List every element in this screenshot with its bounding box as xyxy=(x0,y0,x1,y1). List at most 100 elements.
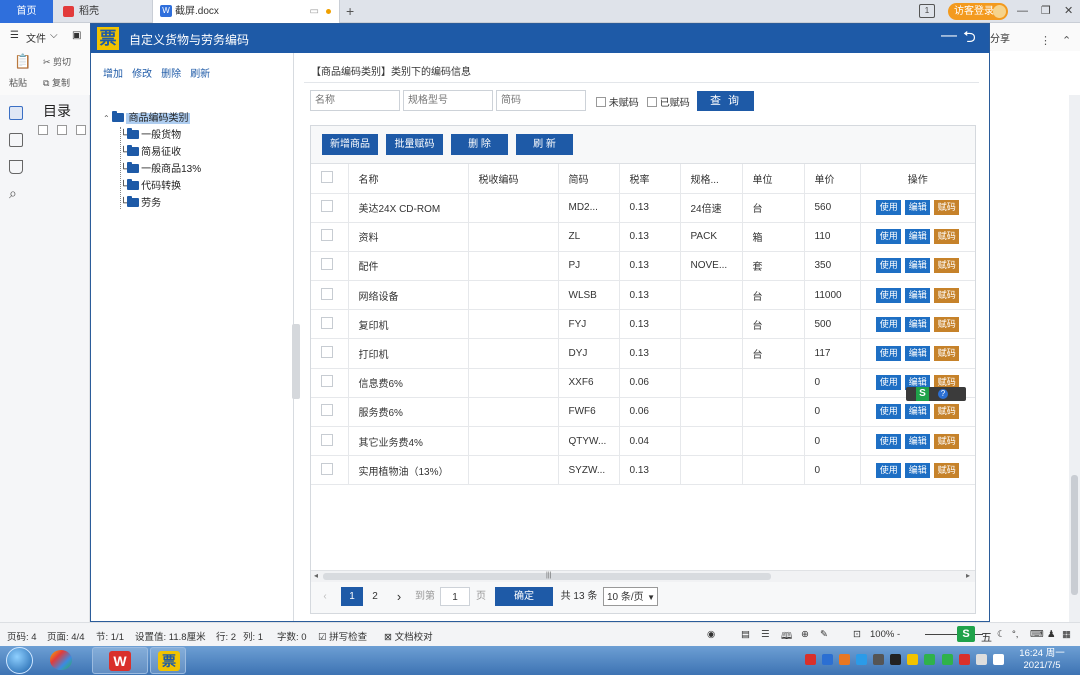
proofread-button[interactable]: ⊠ 文档校对 xyxy=(384,629,433,643)
assign-code-button[interactable]: 赋码 xyxy=(934,404,960,420)
page-view-icon[interactable]: ▤ xyxy=(741,629,750,640)
query-button[interactable]: 查 询 xyxy=(697,91,754,111)
tray-pen-icon[interactable] xyxy=(890,654,902,665)
document-scrollbar[interactable] xyxy=(1069,95,1080,622)
table-row[interactable]: 打印机 DYJ 0.13 台 117 使用 编辑 赋码 xyxy=(311,338,975,369)
tray-flag-icon[interactable] xyxy=(958,654,970,665)
tree-refresh-link[interactable]: 刷新 xyxy=(190,69,210,80)
col-header-name[interactable]: 名称 xyxy=(348,164,469,194)
tree-edit-link[interactable]: 修改 xyxy=(132,69,152,80)
minimize-icon[interactable]: — xyxy=(1017,0,1028,23)
taskbar-clock[interactable]: 16:24 周一 2021/7/5 xyxy=(1012,648,1072,672)
paste-label[interactable]: 粘贴 xyxy=(9,76,27,89)
ime-mode[interactable]: 五 xyxy=(981,629,992,645)
row-checkbox[interactable] xyxy=(321,258,333,271)
scrollbar-thumb[interactable] xyxy=(1071,475,1078,595)
cut-button[interactable]: ✂ 剪切 xyxy=(43,55,71,68)
new-tab-button[interactable]: + xyxy=(346,0,360,23)
use-button[interactable]: 使用 xyxy=(876,200,902,216)
close-icon[interactable]: ✕ xyxy=(1064,0,1073,23)
use-button[interactable]: 使用 xyxy=(876,346,902,362)
collapse-ribbon-icon[interactable]: ⌃ xyxy=(1062,30,1071,53)
dialog-back-icon[interactable]: ⮌ xyxy=(963,26,976,53)
page-1-button[interactable]: 1 xyxy=(341,587,363,606)
spell-check-button[interactable]: ☑ 拼写检查 xyxy=(318,629,367,643)
use-button[interactable]: 使用 xyxy=(876,229,902,245)
panel-splitter[interactable] xyxy=(292,324,300,399)
save-icon[interactable]: ▣ xyxy=(72,30,81,41)
use-button[interactable]: 使用 xyxy=(876,462,902,478)
zoom-level[interactable]: 100% - xyxy=(870,629,900,640)
use-button[interactable]: 使用 xyxy=(876,258,902,274)
tray-browser-icon[interactable] xyxy=(822,654,834,665)
table-row[interactable]: 信息费6% XXF6 0.06 0 使用 编辑 赋码 xyxy=(311,368,975,398)
row-checkbox[interactable] xyxy=(321,433,333,446)
table-row[interactable]: 复印机 FYJ 0.13 台 500 使用 编辑 赋码 xyxy=(311,309,975,340)
chevron-down-icon[interactable]: ⌵ xyxy=(50,30,58,41)
use-button[interactable]: 使用 xyxy=(876,375,902,391)
col-header-tax-code[interactable]: 税收编码 xyxy=(468,164,559,194)
new-item-button[interactable]: 新增商品 xyxy=(322,134,378,155)
search-icon[interactable]: ⌕ xyxy=(9,185,17,202)
edit-button[interactable]: 编辑 xyxy=(905,404,931,420)
sogou-icon[interactable]: S xyxy=(916,387,929,401)
tab-docer[interactable]: 稻壳 xyxy=(55,0,150,23)
sogou-ime-icon[interactable]: S xyxy=(957,626,975,642)
edit-button[interactable]: 编辑 xyxy=(905,200,931,216)
checkbox-box[interactable] xyxy=(596,97,606,107)
batch-code-button[interactable]: 批量赋码 xyxy=(386,134,443,155)
row-checkbox[interactable] xyxy=(321,375,333,388)
use-button[interactable]: 使用 xyxy=(876,433,902,449)
assign-code-button[interactable]: 赋码 xyxy=(934,229,960,245)
file-menu[interactable]: 文件 xyxy=(26,30,46,45)
col-header-price[interactable]: 单价 xyxy=(804,164,861,194)
unassigned-checkbox[interactable]: 未赋码 xyxy=(596,94,639,109)
row-checkbox[interactable] xyxy=(321,229,333,242)
tray-speaker-icon[interactable] xyxy=(975,654,987,665)
use-button[interactable]: 使用 xyxy=(876,287,902,303)
delete-button[interactable]: 删 除 xyxy=(451,134,508,155)
row-checkbox[interactable] xyxy=(321,316,333,329)
assign-code-button[interactable]: 赋码 xyxy=(934,462,960,478)
fit-page-icon[interactable]: ⊡ xyxy=(853,629,861,640)
row-checkbox[interactable] xyxy=(321,346,333,359)
more-icon[interactable]: ⋮ xyxy=(1040,30,1051,53)
scroll-right-icon[interactable]: ▸ xyxy=(966,571,970,580)
tree-node-simple-levy[interactable]: └ 简易征收 xyxy=(120,145,181,160)
copy-button[interactable]: ⧉ 复制 xyxy=(43,76,70,89)
table-row[interactable]: 实用植物油（13%） SYZW... 0.13 0 使用 编辑 赋码 xyxy=(311,455,975,486)
scroll-left-icon[interactable]: ◂ xyxy=(314,571,318,580)
tree-node-code-convert[interactable]: └ 代码转换 xyxy=(120,179,181,194)
assign-code-button[interactable]: 赋码 xyxy=(934,258,960,274)
assign-code-button[interactable]: 赋码 xyxy=(934,200,960,216)
assign-code-button[interactable]: 赋码 xyxy=(934,433,960,449)
word-count[interactable]: 字数: 0 xyxy=(277,629,307,643)
table-horizontal-scrollbar[interactable]: ◂ ||| ▸ xyxy=(311,570,975,582)
select-all-checkbox[interactable] xyxy=(321,170,333,183)
edit-button[interactable]: 编辑 xyxy=(905,346,931,362)
col-header-unit[interactable]: 单位 xyxy=(742,164,805,194)
tray-wps-icon[interactable] xyxy=(805,654,816,665)
col-header-short-code[interactable]: 简码 xyxy=(558,164,620,194)
paste-icon[interactable]: 📋 xyxy=(14,53,31,70)
row-checkbox[interactable] xyxy=(321,404,333,417)
assign-code-button[interactable]: 赋码 xyxy=(934,316,960,332)
tree-root-node[interactable]: ⌃ 商品编码类别 xyxy=(103,111,191,126)
tray-qq-icon[interactable] xyxy=(856,654,868,665)
row-checkbox[interactable] xyxy=(321,462,333,475)
tray-shield-icon[interactable] xyxy=(924,654,936,665)
tray-ime-icon[interactable] xyxy=(873,654,885,665)
monitor-icon[interactable]: ▭ xyxy=(310,0,319,23)
goto-page-input[interactable]: 1 xyxy=(440,587,470,606)
tab-home[interactable]: 首页 xyxy=(0,0,53,23)
outline-view-icon[interactable]: ☰ xyxy=(761,629,770,640)
tree-delete-link[interactable]: 删除 xyxy=(161,69,181,80)
assign-code-button[interactable]: 赋码 xyxy=(934,346,960,362)
toc-level-icon[interactable] xyxy=(76,125,86,135)
edit-button[interactable]: 编辑 xyxy=(905,433,931,449)
taskbar-app-invoice[interactable]: 票 xyxy=(150,647,186,674)
prev-page-icon[interactable]: ‹ xyxy=(319,587,331,606)
taskbar-app-wps[interactable]: W xyxy=(92,647,148,674)
bookmark-icon[interactable] xyxy=(9,160,23,174)
table-row[interactable]: 网络设备 WLSB 0.13 台 11000 使用 编辑 赋码 xyxy=(311,280,975,311)
